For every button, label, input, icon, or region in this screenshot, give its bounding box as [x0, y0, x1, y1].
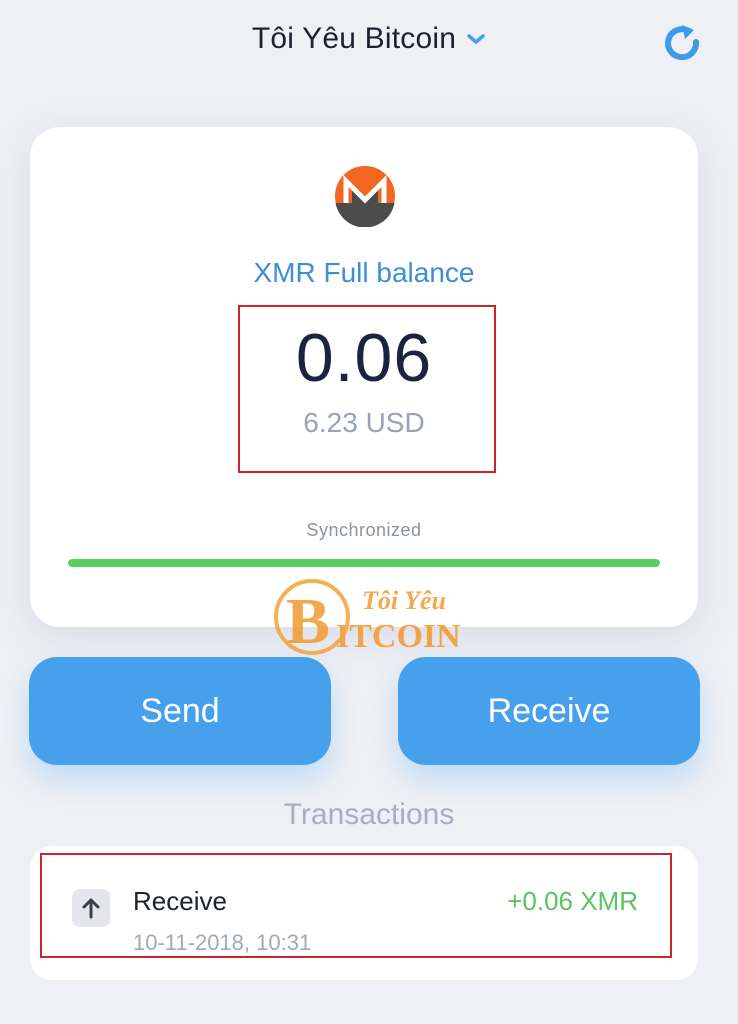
sync-progress-bar — [68, 559, 660, 567]
send-button[interactable]: Send — [29, 657, 331, 765]
balance-title: XMR Full balance — [253, 257, 475, 288]
monero-logo — [334, 165, 396, 228]
sync-progress-fill — [68, 559, 660, 567]
header: Tôi Yêu Bitcoin — [0, 0, 738, 90]
svg-text:Tôi Yêu: Tôi Yêu — [362, 586, 446, 615]
wallet-switcher[interactable]: Tôi Yêu Bitcoin — [0, 22, 738, 56]
balance-card: XMR Full balance 0.06 6.23 USD Synchroni… — [30, 127, 698, 627]
transaction-type: Receive — [133, 886, 227, 916]
wallet-name: Tôi Yêu Bitcoin — [251, 22, 457, 55]
transactions-heading: Transactions — [283, 798, 455, 831]
receive-button[interactable]: Receive — [398, 657, 700, 765]
refresh-button[interactable] — [656, 18, 708, 70]
sync-status: Synchronized — [306, 520, 422, 540]
transactions-list: Receive 10-11-2018, 10:31 +0.06 XMR — [30, 846, 698, 980]
refresh-icon — [665, 25, 700, 61]
toiyeubitcoin-logo: B Tôi Yêu ITCOIN — [272, 575, 492, 661]
transaction-row[interactable]: Receive 10-11-2018, 10:31 +0.06 XMR — [30, 846, 698, 980]
svg-text:B: B — [286, 585, 330, 658]
svg-text:ITCOIN: ITCOIN — [336, 618, 461, 655]
transaction-date: 10-11-2018, 10:31 — [133, 930, 312, 955]
wallet-screen: Tôi Yêu Bitcoin XMR Full balance 0.06 6.… — [0, 0, 738, 1024]
chevron-down-icon — [466, 32, 486, 46]
arrow-up-icon — [72, 889, 110, 927]
balance-highlight-box — [238, 305, 496, 473]
transaction-amount: +0.06 XMR — [507, 886, 638, 916]
